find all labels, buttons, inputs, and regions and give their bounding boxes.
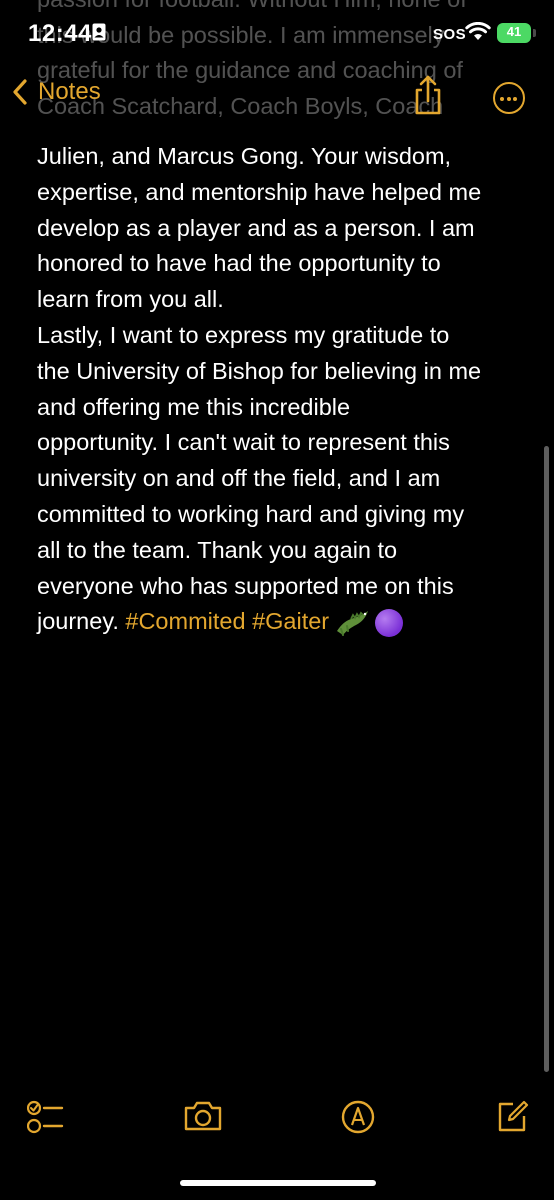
note-content[interactable]: Julien, and Marcus Gong. Your wisdom, ex… — [37, 139, 537, 640]
home-indicator[interactable] — [180, 1180, 376, 1186]
more-icon-dot — [506, 96, 511, 101]
scroll-indicator[interactable] — [544, 446, 549, 1072]
note-line: Lastly, I want to express my gratitude t… — [37, 321, 450, 348]
note-line: develop as a player and as a person. I a… — [37, 214, 475, 241]
battery-cap — [533, 29, 536, 37]
note-line: honored to have had the opportunity to — [37, 250, 441, 277]
note-line: the University of Bishop for believing i… — [37, 357, 482, 384]
note-line: Julien, and Marcus Gong. Your wisdom, — [37, 143, 452, 169]
status-time: 12:44 — [28, 20, 92, 47]
camera-icon[interactable] — [183, 1100, 223, 1132]
more-options-button[interactable] — [493, 82, 525, 114]
contact-badge-icon — [92, 23, 106, 41]
crocodile-emoji-icon — [337, 611, 369, 637]
note-line: learn from you all. — [37, 286, 224, 313]
back-button[interactable]: Notes — [12, 78, 101, 106]
checklist-icon[interactable] — [27, 1100, 65, 1134]
note-line: university on and off the field, and I a… — [37, 465, 441, 492]
wifi-icon — [465, 22, 491, 40]
note-line: expertise, and mentorship have helped me — [37, 178, 482, 205]
note-line: committed to working hard and giving my — [37, 500, 465, 527]
markup-icon[interactable] — [341, 1100, 375, 1134]
note-line: opportunity. I can't wait to represent t… — [37, 429, 450, 456]
notes-screen: 12:44 SOS 41 passion for football. Witho… — [0, 0, 554, 1200]
navigation-bar: Notes — [0, 68, 554, 128]
more-icon-dot — [513, 96, 517, 101]
more-icon — [500, 96, 504, 101]
status-bar: 12:44 SOS 41 — [0, 0, 554, 68]
status-carrier: SOS — [433, 26, 467, 43]
back-label: Notes — [38, 78, 101, 105]
purple-circle-emoji-icon — [375, 609, 404, 638]
note-last-line: journey. #Commited #Gaiter — [37, 604, 537, 640]
chevron-left-icon — [13, 79, 27, 105]
share-icon[interactable] — [412, 74, 444, 116]
bottom-toolbar — [0, 1090, 554, 1150]
note-line: and offering me this incredible — [37, 393, 351, 420]
note-line: all to the team. Thank you again to — [37, 536, 398, 563]
note-line: everyone who has supported me on this — [37, 572, 454, 599]
note-line-text: journey. — [37, 608, 126, 635]
battery-level: 41 — [506, 24, 522, 39]
hashtags[interactable]: #Commited #Gaiter — [125, 608, 329, 634]
compose-icon[interactable] — [495, 1100, 529, 1134]
battery-indicator: 41 — [497, 23, 531, 43]
